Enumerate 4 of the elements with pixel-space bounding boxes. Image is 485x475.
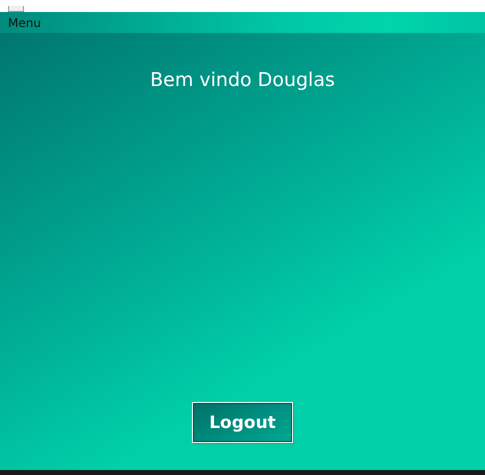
logout-button[interactable]: Logout [192, 402, 293, 443]
app-icon [8, 6, 24, 12]
welcome-text: Bem vindo Douglas [150, 69, 335, 91]
menu-item[interactable]: Menu [8, 16, 41, 30]
